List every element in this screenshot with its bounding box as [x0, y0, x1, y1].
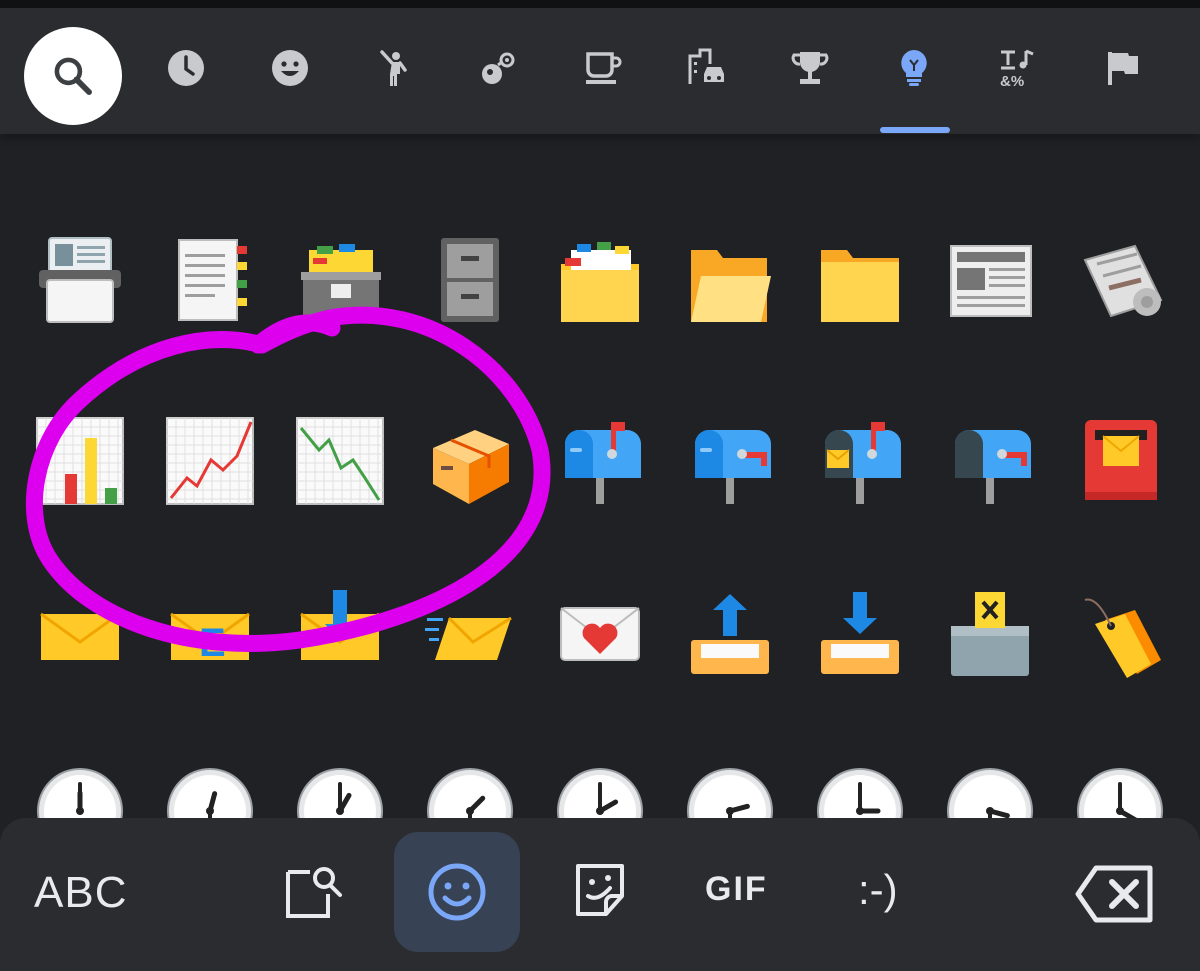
package-glyph: [433, 430, 509, 504]
envelope-glyph: [40, 612, 120, 660]
chart-decreasing-glyph: [296, 417, 384, 505]
category-symbols[interactable]: &%: [978, 28, 1058, 108]
rolled-newspaper-glyph: [1083, 244, 1163, 318]
category-recent[interactable]: [146, 28, 226, 108]
mailbox-raised-flag-glyph: [565, 422, 641, 504]
emoticon-button[interactable]: :-): [858, 866, 898, 914]
card-index-dividers-glyph: [561, 242, 639, 322]
card-index-glyph: [39, 237, 121, 323]
e-mail-glyph: E: [170, 612, 250, 665]
ballot-box-emoji[interactable]: [935, 580, 1045, 690]
category-people[interactable]: [354, 28, 434, 108]
incoming-envelope-emoji[interactable]: [415, 580, 525, 690]
symbols-icon: &%: [1000, 49, 1034, 88]
page-with-tabs-glyph: [178, 239, 247, 321]
mailbox-with-mail-emoji[interactable]: [805, 406, 915, 516]
gif-button[interactable]: GIF: [705, 870, 768, 909]
svg-text:&%: &%: [1000, 73, 1024, 88]
outbox-tray-glyph: [691, 594, 769, 674]
mailbox-raised-flag-emoji[interactable]: [545, 406, 655, 516]
search-icon: [54, 57, 92, 95]
e-mail-emoji[interactable]: E: [155, 580, 265, 690]
abc-button[interactable]: ABC: [34, 868, 127, 918]
label-emoji[interactable]: [1065, 580, 1175, 690]
category-search[interactable]: [24, 27, 122, 125]
card-file-box-emoji[interactable]: [285, 226, 395, 336]
category-smileys[interactable]: [250, 28, 330, 108]
card-file-box-glyph: [301, 244, 381, 322]
category-animals-nature[interactable]: [458, 28, 538, 108]
lightbulb-icon: [901, 50, 927, 86]
outbox-tray-emoji[interactable]: [675, 580, 785, 690]
sticker-button[interactable]: [572, 862, 628, 918]
coffee-cup-icon: [586, 52, 622, 84]
category-objects[interactable]: [874, 28, 954, 108]
chart-increasing-glyph: [166, 417, 254, 505]
folder-emoji[interactable]: [805, 226, 915, 336]
package-emoji[interactable]: [415, 406, 525, 516]
postbox-glyph: [1085, 420, 1157, 500]
sticker-search-icon: [286, 867, 342, 918]
file-cabinet-emoji[interactable]: [415, 226, 525, 336]
label-glyph: [1084, 598, 1161, 678]
mailbox-lowered-flag-glyph: [695, 430, 771, 504]
person-waving-icon: [380, 50, 407, 86]
emoji-search-button[interactable]: [282, 860, 348, 926]
folder-glyph: [821, 250, 899, 322]
category-food-drink[interactable]: [562, 28, 642, 108]
clock-icon: [168, 50, 204, 86]
envelope-emoji[interactable]: [25, 580, 135, 690]
card-index-emoji[interactable]: [25, 226, 135, 336]
love-letter-emoji[interactable]: [545, 580, 655, 690]
bar-chart-emoji[interactable]: [25, 406, 135, 516]
incoming-envelope-glyph: [425, 616, 512, 660]
open-folder-emoji[interactable]: [675, 226, 785, 336]
smiley-icon: [428, 863, 486, 921]
empty-mailbox-emoji[interactable]: [935, 406, 1045, 516]
category-flags[interactable]: [1082, 28, 1162, 108]
keyboard-bottom-bar: ABC GIF :-): [0, 818, 1200, 971]
open-folder-glyph: [691, 250, 771, 322]
envelope-with-arrow-glyph: [300, 590, 380, 660]
chart-increasing-emoji[interactable]: [155, 406, 265, 516]
flower-icon: [482, 52, 515, 84]
chart-decreasing-emoji[interactable]: [285, 406, 395, 516]
love-letter-glyph: [560, 607, 640, 661]
mailbox-with-mail-glyph: [825, 422, 901, 504]
inbox-tray-emoji[interactable]: [805, 580, 915, 690]
mailbox-lowered-flag-emoji[interactable]: [675, 406, 785, 516]
category-travel-places[interactable]: [666, 28, 746, 108]
emoji-category-bar: &%: [0, 8, 1200, 134]
backspace-icon: [1075, 865, 1153, 923]
emoji-tab-button[interactable]: [394, 832, 520, 952]
flag-icon: [1108, 52, 1138, 85]
svg-text:E: E: [199, 621, 226, 665]
rolled-newspaper-emoji[interactable]: [1065, 226, 1175, 336]
inbox-tray-glyph: [821, 592, 899, 674]
bar-chart-glyph: [36, 417, 124, 505]
category-activities[interactable]: [770, 28, 850, 108]
page-with-tabs-emoji[interactable]: [155, 226, 265, 336]
trophy-icon: [791, 52, 829, 84]
empty-mailbox-glyph: [955, 430, 1031, 504]
envelope-with-arrow-emoji[interactable]: [285, 580, 395, 690]
smiley-icon: [272, 50, 308, 86]
ballot-box-glyph: [951, 592, 1029, 676]
backspace-button[interactable]: [1074, 864, 1154, 924]
active-category-indicator: [880, 127, 950, 133]
sticker-icon: [576, 864, 624, 916]
newspaper-glyph: [950, 245, 1032, 317]
newspaper-emoji[interactable]: [935, 226, 1045, 336]
postbox-emoji[interactable]: [1065, 406, 1175, 516]
city-car-icon: [688, 48, 724, 84]
file-cabinet-glyph: [441, 238, 499, 322]
card-index-dividers-emoji[interactable]: [545, 226, 655, 336]
